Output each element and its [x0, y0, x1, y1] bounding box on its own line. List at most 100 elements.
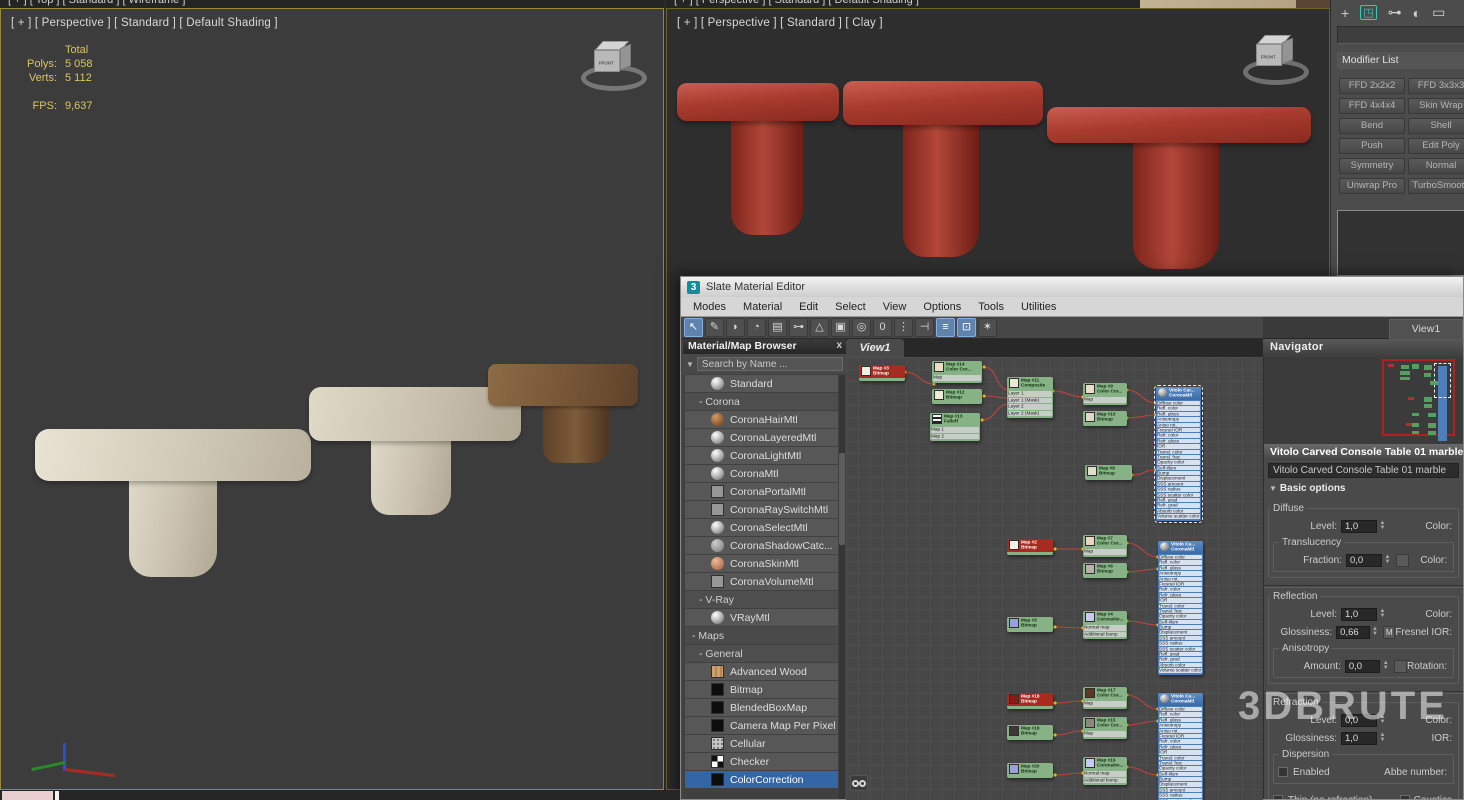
browser-item-coronalightmtl[interactable]: CoronaLightMtl	[685, 447, 838, 464]
map-node[interactable]: Map #13FalloffMap 1Map 2	[930, 413, 980, 441]
browser-item-colorcorrection[interactable]: ColorCorrection	[685, 771, 838, 788]
caustics-checkbox[interactable]	[1400, 795, 1410, 799]
node-slot[interactable]: Fresnel IOR	[1159, 734, 1202, 738]
menu-tools[interactable]: Tools	[978, 301, 1004, 313]
node-slot[interactable]: Absorb color	[1159, 663, 1202, 667]
node-slot[interactable]: Volume scatter color	[1157, 514, 1200, 518]
map-node[interactable]: Map #19CoronaNo...Normal mapAdditional b…	[1083, 757, 1127, 785]
node-slot[interactable]: Refl. color	[1159, 560, 1202, 564]
node-slot[interactable]: Displacement	[1159, 630, 1202, 634]
modifier-button-symmetry[interactable]: Symmetry	[1339, 158, 1405, 174]
map-node[interactable]: Map #20Bitmap	[1007, 763, 1053, 778]
node-slot[interactable]: Anisotropy	[1159, 571, 1202, 575]
map-node[interactable]: Map #6Bitmap	[1083, 563, 1127, 578]
put-to-library-icon[interactable]: ◗	[726, 318, 745, 337]
node-slot[interactable]: Refl. color	[1157, 406, 1200, 410]
node-slot[interactable]: Refr. grad	[1157, 503, 1200, 507]
select-tool-icon[interactable]: ↖	[684, 318, 703, 337]
node-slot[interactable]: Refr. color	[1157, 433, 1200, 437]
layout-all-icon[interactable]: 0	[873, 318, 892, 337]
node-slot[interactable]: SSS amount	[1157, 482, 1200, 486]
pan-zoom-tool-icon[interactable]	[850, 775, 868, 791]
browser-item-coronarayswitchmtl[interactable]: CoronaRaySwitchMtl	[685, 501, 838, 518]
node-slot[interactable]: Transl. color	[1157, 450, 1200, 454]
menu-modes[interactable]: Modes	[693, 301, 726, 313]
node-slot[interactable]: SSS amount	[1159, 636, 1202, 640]
anisotropy-amount-spinner[interactable]: ▲▼	[1381, 660, 1390, 673]
browser-item-advanced-wood[interactable]: Advanced Wood	[685, 663, 838, 680]
browser-item-coronaselectmtl[interactable]: CoronaSelectMtl	[685, 519, 838, 536]
node-slot[interactable]: Refr. color	[1159, 739, 1202, 743]
browser-group--maps[interactable]: - Maps	[685, 627, 838, 644]
browser-scrollbar-thumb[interactable]	[839, 453, 845, 545]
plus-icon[interactable]: +	[1341, 5, 1349, 21]
node-slot[interactable]: Absorb color	[1157, 509, 1200, 513]
node-slot[interactable]: Layer 1	[1008, 391, 1052, 397]
node-slot[interactable]: SSS radius	[1159, 641, 1202, 645]
browser-item-blendedboxmap[interactable]: BlendedBoxMap	[685, 699, 838, 716]
refraction-glossiness-spinner[interactable]: ▲▼	[1378, 732, 1387, 745]
dispersion-enabled-checkbox[interactable]	[1278, 767, 1288, 777]
modify-panel-icon[interactable]: ◳	[1360, 5, 1376, 20]
modifier-button-skin-wrap[interactable]: Skin Wrap	[1408, 98, 1464, 114]
browser-item-coronavolumemtl[interactable]: CoronaVolumeMtl	[685, 573, 838, 590]
menu-options[interactable]: Options	[923, 301, 961, 313]
node-slot[interactable]: Opacity color	[1157, 460, 1200, 464]
modifier-button-ffd-4x4x4[interactable]: FFD 4x4x4	[1339, 98, 1405, 114]
modifier-button-normal[interactable]: Normal	[1408, 158, 1464, 174]
map-node[interactable]: Map #7Color Cor...Map	[1083, 535, 1127, 557]
parameter-editor-toggle-icon[interactable]: ⊡	[957, 318, 976, 337]
material-node[interactable]: Vitolo Ca...CoronaMtlDiffuse colorRefl. …	[1158, 693, 1203, 800]
modifier-list-dropdown[interactable]: Modifier List	[1337, 52, 1464, 69]
modifier-button-shell[interactable]: Shell	[1408, 118, 1464, 134]
material-node[interactable]: Vitolo Car...CoronaMtlDiffuse colorRefl.…	[1156, 387, 1201, 521]
modifier-button-ffd-3x3x3[interactable]: FFD 3x3x3	[1408, 78, 1464, 94]
node-slot[interactable]: Map 1	[931, 427, 979, 433]
reflection-glossiness-map-button[interactable]: M	[1383, 626, 1395, 639]
modifier-button-edit-poly[interactable]: Edit Poly	[1408, 138, 1464, 154]
node-slot[interactable]: Additional bump	[1084, 778, 1126, 784]
node-slot[interactable]: Map	[1084, 701, 1126, 707]
node-slot[interactable]: Layer 2 (Mask)	[1008, 411, 1052, 417]
node-slot[interactable]: Opacity color	[1159, 614, 1202, 618]
node-slot[interactable]: SSS radius	[1159, 793, 1202, 797]
node-slot[interactable]: Bump	[1159, 625, 1202, 629]
node-slot[interactable]: Layer 1 (Mask)	[1008, 398, 1052, 404]
reflection-glossiness-spinner[interactable]: ▲▼	[1371, 626, 1379, 639]
viewcube-front-face[interactable]: FRONT	[594, 50, 620, 72]
navigator-body[interactable]	[1263, 357, 1463, 444]
map-node[interactable]: Map #15Color Cor...Map	[1083, 717, 1127, 739]
node-canvas[interactable]: Map #3BitmapMap #14Color Cor...MapMap #1…	[846, 357, 1263, 800]
pick-material-from-object-icon[interactable]: ✎	[705, 318, 724, 337]
hide-unused-nodeslots-icon[interactable]: △	[810, 318, 829, 337]
node-slot[interactable]: Volume scatter color	[1159, 668, 1202, 672]
node-slot[interactable]: Bump	[1159, 777, 1202, 781]
translucency-map-button[interactable]	[1396, 554, 1409, 567]
refraction-glossiness-field[interactable]: 1,0	[1341, 732, 1377, 745]
node-slot[interactable]: Aniso rot.	[1157, 423, 1200, 427]
menu-select[interactable]: Select	[835, 301, 866, 313]
node-slot[interactable]: Fresnel IOR	[1159, 582, 1202, 586]
node-slot[interactable]: Refl. color	[1159, 712, 1202, 716]
node-slot[interactable]: SSS amount	[1159, 788, 1202, 792]
map-node[interactable]: Map #5Bitmap	[1007, 617, 1053, 632]
reflection-glossiness-field[interactable]: 0,66	[1336, 626, 1370, 639]
modifier-button-push[interactable]: Push	[1339, 138, 1405, 154]
map-node[interactable]: Map #10Bitmap	[1083, 411, 1127, 426]
menu-utilities[interactable]: Utilities	[1021, 301, 1056, 313]
node-slot[interactable]: Bump	[1157, 471, 1200, 475]
assign-material-to-selection-icon[interactable]: ◔	[747, 318, 766, 337]
slate-title-bar[interactable]: 3 Slate Material Editor	[681, 277, 1463, 297]
object-name-field[interactable]	[1337, 26, 1464, 44]
node-slot[interactable]: Anisotropy	[1159, 723, 1202, 727]
node-slot[interactable]: SSS scatter color	[1159, 647, 1202, 651]
node-slot[interactable]: Diffuse color	[1159, 707, 1202, 711]
node-slot[interactable]: Map	[1084, 397, 1126, 403]
menu-edit[interactable]: Edit	[799, 301, 818, 313]
node-slot[interactable]: Transl. color	[1159, 756, 1202, 760]
node-slot[interactable]: Anisotropy	[1157, 417, 1200, 421]
node-slot[interactable]: Refl. gloss	[1159, 718, 1202, 722]
node-slot[interactable]: Self-illum	[1157, 466, 1200, 470]
viewcube-side-face[interactable]	[1282, 38, 1293, 64]
node-slot[interactable]: Transl. color	[1159, 604, 1202, 608]
